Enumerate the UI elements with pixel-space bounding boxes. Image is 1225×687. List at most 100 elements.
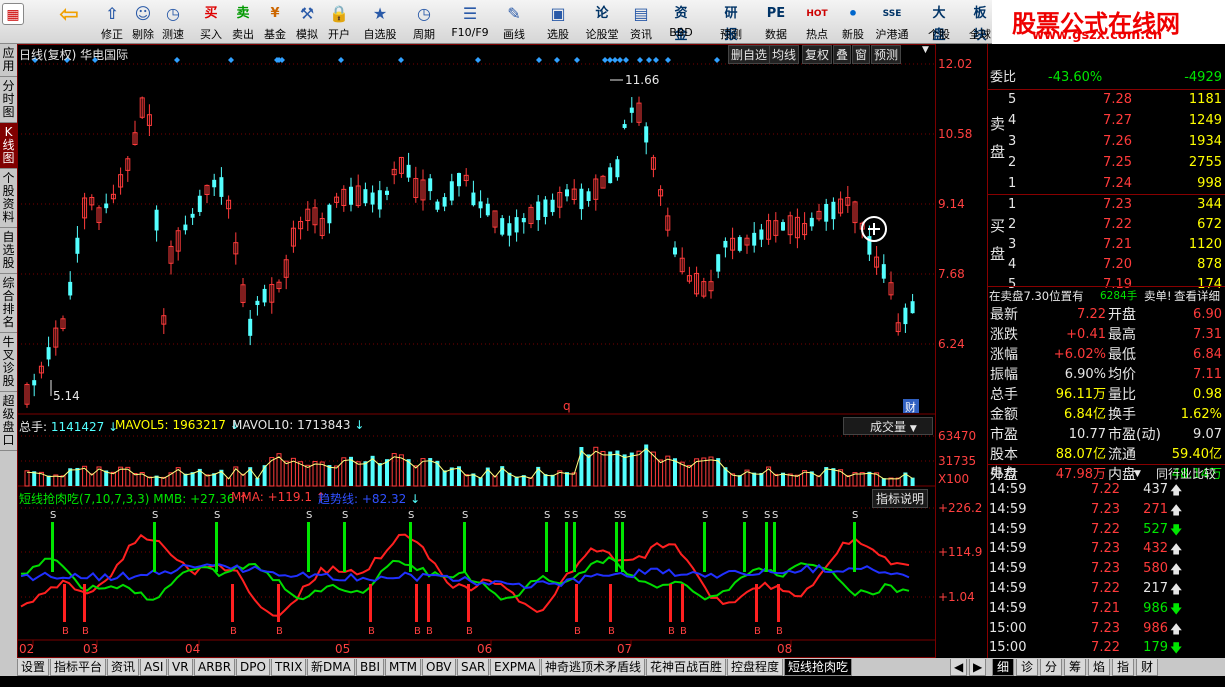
month-tick: 08 xyxy=(777,642,792,656)
left-tab-3[interactable]: 个股资料 xyxy=(0,169,17,228)
candle-body-down xyxy=(550,199,555,213)
arrow-down-icon: 🡇 xyxy=(1170,522,1183,537)
toolbar-button-label: 开户 xyxy=(328,28,350,41)
indicator-tab-0[interactable]: 设置 xyxy=(17,659,50,676)
toolbar-button-11[interactable]: ✎ 画线 xyxy=(496,0,532,44)
toolbar-button-22[interactable]: 板块 全球 xyxy=(966,0,994,44)
toolbar-button-12[interactable]: ▣ 选股 xyxy=(540,0,576,44)
indicator-tab-1[interactable]: 指标平台 xyxy=(50,659,107,676)
toolbar-button-14[interactable]: ▤ 资讯 xyxy=(624,0,658,44)
kline-chart-svg: 12.02 10.58 9.14 7.68 6.24 11.66 5.14 q 财 63470 31… xyxy=(17,44,982,658)
quote-value: 7.11 xyxy=(1193,367,1222,382)
chart-header-button-3[interactable]: 叠 xyxy=(833,45,852,64)
big-order-notice[interactable]: 在卖盘7.30位置有 6284手 卖单! 查看详细 xyxy=(988,286,1225,306)
indicator-tab-7[interactable]: TRIX xyxy=(271,659,307,676)
indicator-tab-5[interactable]: ARBR xyxy=(194,659,236,676)
indicator-tick: +1.04 xyxy=(938,590,975,604)
layout-button[interactable]: ▦ xyxy=(0,0,26,44)
toolbar-button-3[interactable]: 买买入 xyxy=(196,0,226,44)
toolbar-button-13[interactable]: 论论股堂 xyxy=(582,0,622,44)
indicator-tab-bar: 设置 指标平台 资讯 ASI VR ARBR DPO TRIX 新DMA BBI MTM OBV SAR… xyxy=(0,658,1225,676)
chart-menu-chevron-icon[interactable]: ▼ xyxy=(922,45,929,55)
left-tab-5[interactable]: 综合排名 xyxy=(0,274,17,333)
toolbar-button-16[interactable]: 研报 预测 xyxy=(712,0,750,44)
indicator-tab-10[interactable]: MTM xyxy=(385,659,422,676)
right-tab-0[interactable]: 细 xyxy=(992,659,1014,676)
chart-header-button-5[interactable]: 预测 xyxy=(871,45,902,64)
toolbar-button-2[interactable]: ◷ 测速 xyxy=(158,0,188,44)
candle-body-down xyxy=(723,240,728,248)
buy-signal-bar xyxy=(565,522,568,572)
tick-time: 14:59 xyxy=(989,561,1027,577)
toolbar-button-7[interactable]: 🔒 开户 xyxy=(324,0,354,44)
indicator-tab-13[interactable]: EXPMA xyxy=(490,659,540,676)
indicator-tab-3[interactable]: ASI xyxy=(140,659,168,676)
back-button[interactable]: ⇦ xyxy=(52,0,86,44)
toolbar-button-20[interactable]: SSE 沪港通 xyxy=(872,0,912,44)
volume-bar xyxy=(110,471,116,487)
indicator-tab-9[interactable]: BBI xyxy=(356,659,385,676)
toolbar-button-0[interactable]: ⇧ 修正 xyxy=(98,0,126,44)
toolbar-button-label: 剔除 xyxy=(132,28,154,41)
buy-signal-bar xyxy=(215,522,218,572)
scroll-right-icon[interactable]: ▶ xyxy=(969,659,987,676)
notice-detail-link[interactable]: 查看详细 xyxy=(1174,286,1220,306)
indicator-tab-4[interactable]: VR xyxy=(168,659,193,676)
toolbar-button-9[interactable]: ◷ 周期 xyxy=(404,0,444,44)
indicator-tab-6[interactable]: DPO xyxy=(236,659,270,676)
toolbar-button-18[interactable]: HOT 热点 xyxy=(800,0,834,44)
right-tab-6[interactable]: 财 xyxy=(1136,659,1158,676)
right-tab-2[interactable]: 分 xyxy=(1040,659,1062,676)
left-tab-7[interactable]: 超级盘口 xyxy=(0,392,17,451)
candle-body-down xyxy=(349,186,353,205)
indicator-tab-8[interactable]: 新DMA xyxy=(307,659,355,676)
chart-header-button-4[interactable]: 窗 xyxy=(852,45,871,64)
toolbar-button-10[interactable]: ☰ F10/F9 xyxy=(446,0,494,44)
left-tab-1[interactable]: 分时图 xyxy=(0,77,17,123)
candle-body-down xyxy=(759,229,764,240)
toolbar-button-17[interactable]: PE 数据 xyxy=(758,0,794,44)
volume-bar xyxy=(327,465,332,486)
toolbar-button-15[interactable]: 资金 BBD xyxy=(660,0,702,44)
right-tab-3[interactable]: 筹 xyxy=(1064,659,1086,676)
chart-header-button-2[interactable]: 复权 xyxy=(802,45,833,64)
chart-header-button-1[interactable]: 均线 xyxy=(769,45,800,64)
quote-row: 最新 7.22 开盘 6.90 xyxy=(988,305,1225,325)
left-tab-0[interactable]: 应用 xyxy=(0,44,17,77)
candle-body-down xyxy=(629,107,634,113)
indicator-tab-12[interactable]: SAR xyxy=(457,659,490,676)
toolbar-button-19[interactable]: • 新股 xyxy=(836,0,870,44)
star-icon: ★ xyxy=(372,4,388,23)
right-tab-5[interactable]: 指 xyxy=(1112,659,1134,676)
indicator-tab-16[interactable]: 控盘程度 xyxy=(727,659,784,676)
indicator-help-button[interactable]: 指标说明 xyxy=(872,489,929,508)
price-tick: 9.14 xyxy=(938,197,965,211)
right-tab-4[interactable]: 焰 xyxy=(1088,659,1110,676)
indicator-selector[interactable]: 成交量 ▼ xyxy=(843,417,933,435)
tick-time: 14:59 xyxy=(989,501,1027,517)
arrow-up-icon: 🡅 xyxy=(1170,483,1183,497)
left-tab-4[interactable]: 自选股 xyxy=(0,228,17,274)
toolbar-button-21[interactable]: 大盘 个股 xyxy=(920,0,958,44)
toolbar-button-5[interactable]: ¥ 基金 xyxy=(260,0,290,44)
toolbar-button-1[interactable]: ☺ 剔除 xyxy=(128,0,158,44)
indicator-tab-2[interactable]: 资讯 xyxy=(107,659,140,676)
candle-body-down xyxy=(752,232,757,246)
left-tab-2[interactable]: K线图 xyxy=(0,123,17,169)
pen-icon: ✎ xyxy=(507,4,521,23)
toolbar-glyph-icon: ¥ xyxy=(270,6,280,21)
scroll-left-icon[interactable]: ◀ xyxy=(950,659,968,676)
quote-label: 量比 xyxy=(1108,387,1136,403)
chart-header-button-0[interactable]: 删自选 xyxy=(728,45,771,64)
s-signal-label: S xyxy=(306,510,312,521)
toolbar-button-4[interactable]: 卖卖出 xyxy=(228,0,258,44)
toolbar-button-8[interactable]: ★ 自选股 xyxy=(360,0,400,44)
left-tab-6[interactable]: 牛叉诊股 xyxy=(0,333,17,392)
indicator-tab-15[interactable]: 花神百战百胜 xyxy=(646,659,727,676)
indicator-tab-17[interactable]: 短线抢肉吃 xyxy=(784,659,853,676)
indicator-tab-11[interactable]: OBV xyxy=(422,659,456,676)
kline-chart-area[interactable]: 12.02 10.58 9.14 7.68 6.24 11.66 5.14 q 财 63470 31… xyxy=(17,44,987,658)
right-tab-1[interactable]: 诊 xyxy=(1016,659,1038,676)
toolbar-button-6[interactable]: ⚒ 模拟 xyxy=(292,0,322,44)
indicator-tab-14[interactable]: 神奇逃顶术矛盾线 xyxy=(541,659,646,676)
